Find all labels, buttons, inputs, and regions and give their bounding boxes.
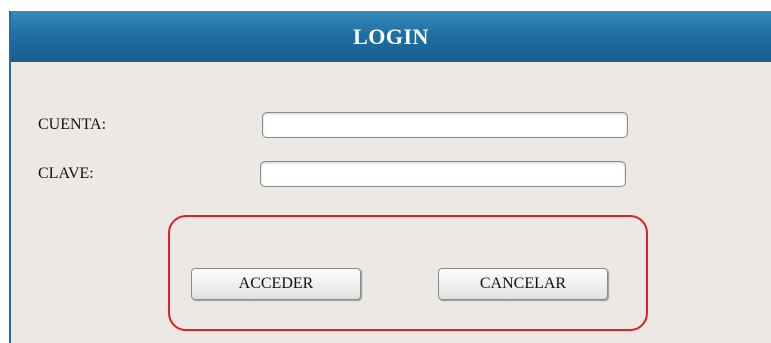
- login-title: LOGIN: [353, 23, 429, 49]
- password-label: CLAVE:: [38, 165, 94, 182]
- access-button[interactable]: ACCEDER: [191, 268, 361, 300]
- cancel-button[interactable]: CANCELAR: [438, 268, 608, 300]
- password-field[interactable]: [260, 161, 626, 187]
- login-header: LOGIN: [11, 11, 771, 62]
- account-label: CUENTA:: [38, 116, 107, 133]
- account-field[interactable]: [262, 112, 628, 138]
- login-page: LOGIN CUENTA: CLAVE: ACCEDER CANCELAR: [0, 0, 771, 343]
